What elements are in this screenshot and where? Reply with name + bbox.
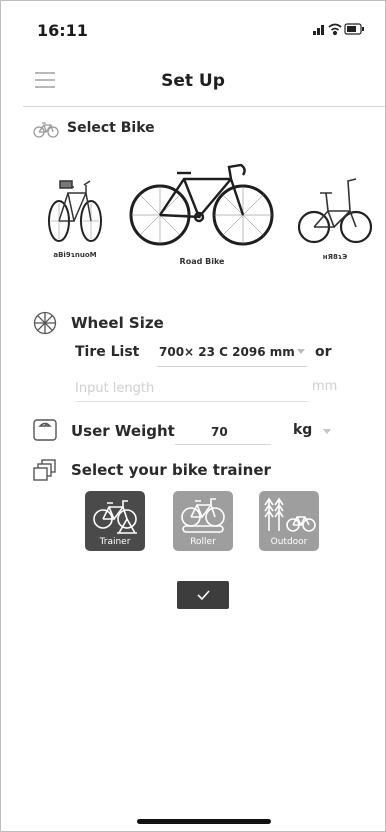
status-icons: [313, 23, 364, 36]
input-length-row: mm: [75, 375, 337, 403]
bike-trainer-section: Select your bike trainer: [33, 459, 373, 483]
length-unit-label: mm: [312, 379, 338, 394]
outdoor-option-label: Outdoor: [270, 537, 308, 547]
page-title: Set Up: [161, 71, 225, 91]
user-weight-input[interactable]: [175, 419, 271, 445]
bike-trainer-label: Select your bike trainer: [71, 461, 271, 479]
bike-option-folding[interactable]: ʜЯ8ɿЭ: [297, 175, 373, 261]
tire-size-dropdown[interactable]: 700× 23 C 2096 mm: [157, 342, 307, 367]
folding-bike-icon: [297, 178, 373, 244]
weight-unit-dropdown[interactable]: kg: [293, 421, 333, 443]
scale-icon: [33, 419, 57, 441]
roller-option-label: Roller: [190, 537, 216, 547]
trainer-icon: [93, 500, 137, 534]
battery-icon: [344, 23, 364, 35]
bike-caption-mountain: aBi9ɿnuoM: [53, 251, 97, 259]
bike-caption-folding: ʜЯ8ɿЭ: [322, 253, 348, 261]
weight-unit-value: kg: [293, 422, 313, 438]
app-header: Set Up: [1, 61, 385, 101]
wheel-size-label: Wheel Size: [71, 314, 164, 332]
signal-icon: [313, 25, 324, 35]
mountain-bike-icon: [48, 180, 102, 242]
tire-list-row: Tire List 700× 23 C 2096 mm or: [75, 344, 375, 370]
chevron-down-icon: [323, 429, 331, 434]
tire-list-label: Tire List: [75, 344, 140, 360]
trainer-option-outdoor[interactable]: Outdoor: [259, 491, 319, 551]
bike-option-road[interactable]: Road Bike: [129, 157, 275, 266]
checkmark-icon: [197, 590, 210, 601]
status-bar: 16:11: [1, 1, 385, 51]
wheel-size-section: Wheel Size: [33, 311, 373, 335]
status-time: 16:11: [37, 21, 88, 40]
wheel-icon: [33, 311, 57, 335]
select-bike-label: Select Bike: [67, 120, 155, 136]
trainer-option-roller[interactable]: Roller: [173, 491, 233, 551]
wifi-icon: [328, 23, 342, 36]
chevron-down-icon: [297, 349, 305, 354]
bike-caption-road: Road Bike: [179, 257, 225, 266]
header-divider: [23, 106, 385, 107]
bicycle-icon: [33, 122, 59, 138]
user-weight-label: User Weight: [71, 422, 175, 440]
outdoor-icon: [264, 497, 316, 532]
trainer-option-trainer[interactable]: Trainer: [85, 491, 145, 551]
bike-option-mountain[interactable]: aBi9ɿnuoM: [45, 171, 105, 259]
user-weight-section: User Weight kg: [33, 419, 373, 449]
tire-size-value: 700× 23 C 2096 mm: [159, 345, 295, 359]
phone-screen: 16:11 Set Up Select Bike aBi9ɿnuoM Road …: [0, 0, 386, 832]
confirm-button[interactable]: [177, 581, 229, 609]
bike-options: aBi9ɿnuoM Road Bike ʜЯ8ɿЭ: [1, 151, 385, 281]
or-label: or: [315, 344, 332, 360]
roller-icon: [181, 498, 225, 533]
trainer-option-label: Trainer: [99, 537, 131, 547]
wheel-length-input[interactable]: [75, 375, 309, 402]
home-indicator[interactable]: [137, 819, 271, 824]
trainer-options: Trainer Roller Outdoor: [85, 491, 325, 551]
stack-icon: [33, 459, 56, 481]
road-bike-icon: [129, 163, 274, 246]
